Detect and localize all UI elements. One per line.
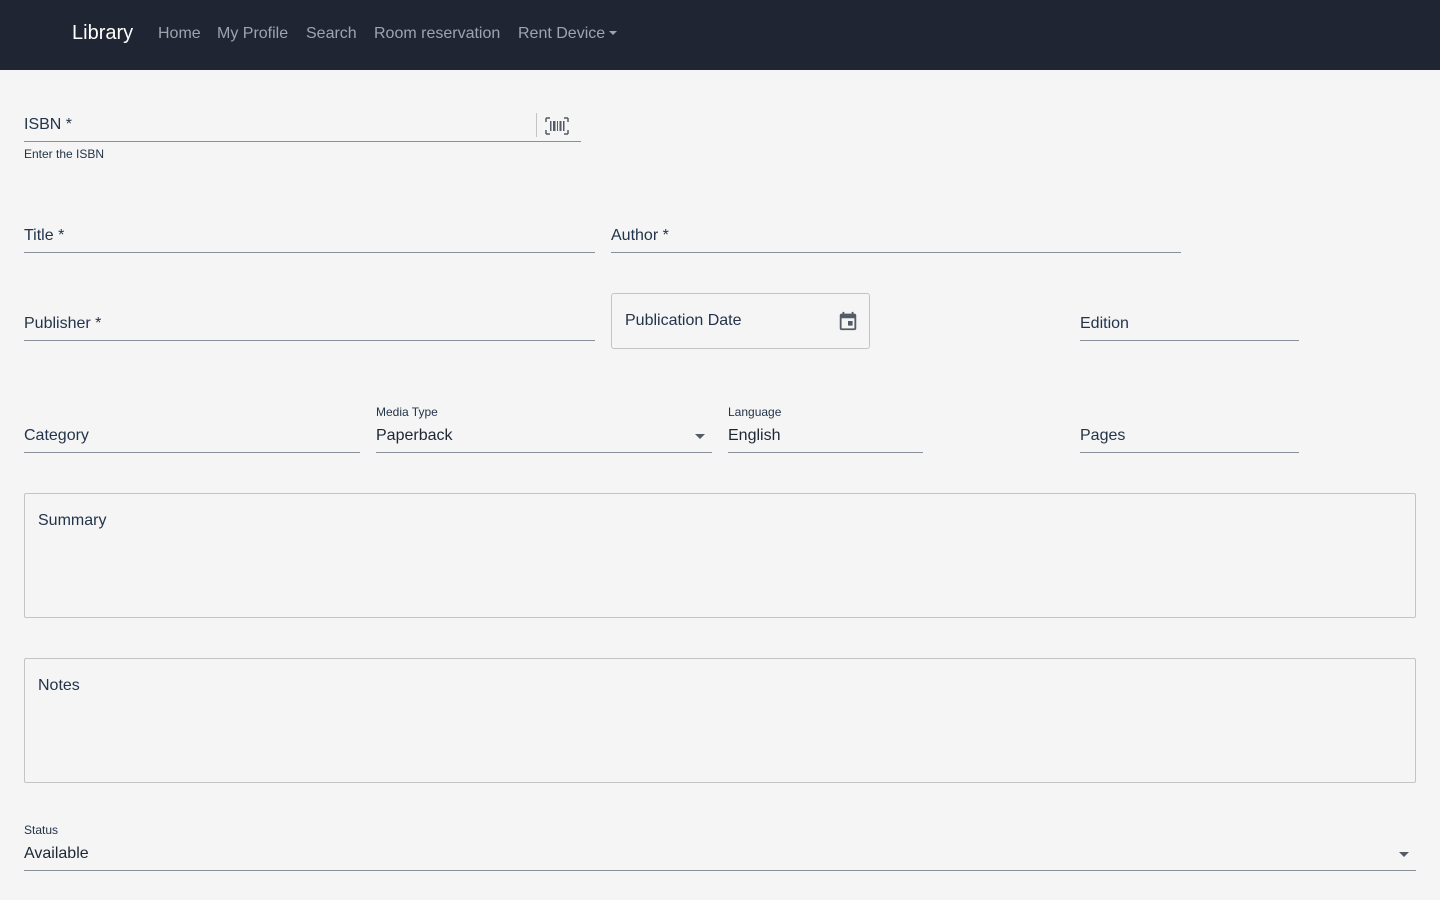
category-field[interactable]: Category: [24, 415, 360, 453]
status-value: Available: [24, 845, 89, 862]
notes-textarea[interactable]: Notes: [24, 658, 1416, 783]
media-type-underline: [376, 452, 712, 453]
publication-date-field[interactable]: Publication Date: [611, 293, 870, 349]
author-underline: [611, 252, 1181, 253]
language-underline: [728, 452, 923, 453]
title-label: Title *: [24, 227, 65, 244]
nav-rent-device-dropdown[interactable]: Rent Device: [518, 25, 618, 43]
language-value: English: [728, 427, 781, 444]
status-label: Status: [24, 823, 59, 837]
title-field[interactable]: Title *: [24, 215, 595, 253]
publisher-underline: [24, 340, 595, 341]
publication-date-label: Publication Date: [625, 312, 742, 329]
edition-underline: [1080, 340, 1299, 341]
media-type-label: Media Type: [376, 405, 438, 419]
publisher-field[interactable]: Publisher *: [24, 303, 595, 341]
edition-label: Edition: [1080, 315, 1129, 332]
pages-label: Pages: [1080, 427, 1126, 444]
language-field[interactable]: Language English: [728, 400, 923, 453]
dropdown-arrow-icon: [1399, 852, 1409, 857]
navbar: Library Home My Profile Search Room rese…: [0, 0, 1440, 70]
isbn-helper-text: Enter the ISBN: [24, 147, 105, 161]
author-label: Author *: [611, 227, 669, 244]
media-type-value: Paperback: [376, 427, 453, 444]
status-select[interactable]: Status Available: [24, 818, 1416, 871]
category-underline: [24, 452, 360, 453]
pages-field[interactable]: Pages: [1080, 415, 1299, 453]
barcode-scan-icon[interactable]: [544, 115, 570, 137]
calendar-icon[interactable]: [837, 310, 859, 332]
publisher-label: Publisher *: [24, 315, 102, 332]
title-underline: [24, 252, 595, 253]
nav-my-profile[interactable]: My Profile: [217, 25, 288, 43]
nav-search[interactable]: Search: [306, 25, 357, 43]
summary-label: Summary: [38, 512, 107, 529]
isbn-underline: [24, 141, 581, 142]
brand-logo[interactable]: Library: [72, 22, 133, 45]
nav-home[interactable]: Home: [158, 25, 201, 43]
category-label: Category: [24, 427, 89, 444]
summary-textarea[interactable]: Summary: [24, 493, 1416, 618]
media-type-select[interactable]: Media Type Paperback: [376, 400, 712, 453]
author-field[interactable]: Author *: [611, 215, 1181, 253]
isbn-label: ISBN *: [24, 116, 73, 133]
status-underline: [24, 870, 1416, 871]
nav-rent-device-label: Rent Device: [518, 25, 606, 42]
edition-field[interactable]: Edition: [1080, 303, 1299, 341]
dropdown-arrow-icon: [695, 434, 705, 439]
pages-underline: [1080, 452, 1299, 453]
isbn-divider: [536, 113, 537, 137]
language-label: Language: [728, 405, 782, 419]
isbn-field[interactable]: ISBN *: [24, 105, 581, 142]
notes-label: Notes: [38, 677, 80, 694]
nav-room-reservation[interactable]: Room reservation: [374, 25, 500, 43]
caret-down-icon: [609, 31, 618, 35]
